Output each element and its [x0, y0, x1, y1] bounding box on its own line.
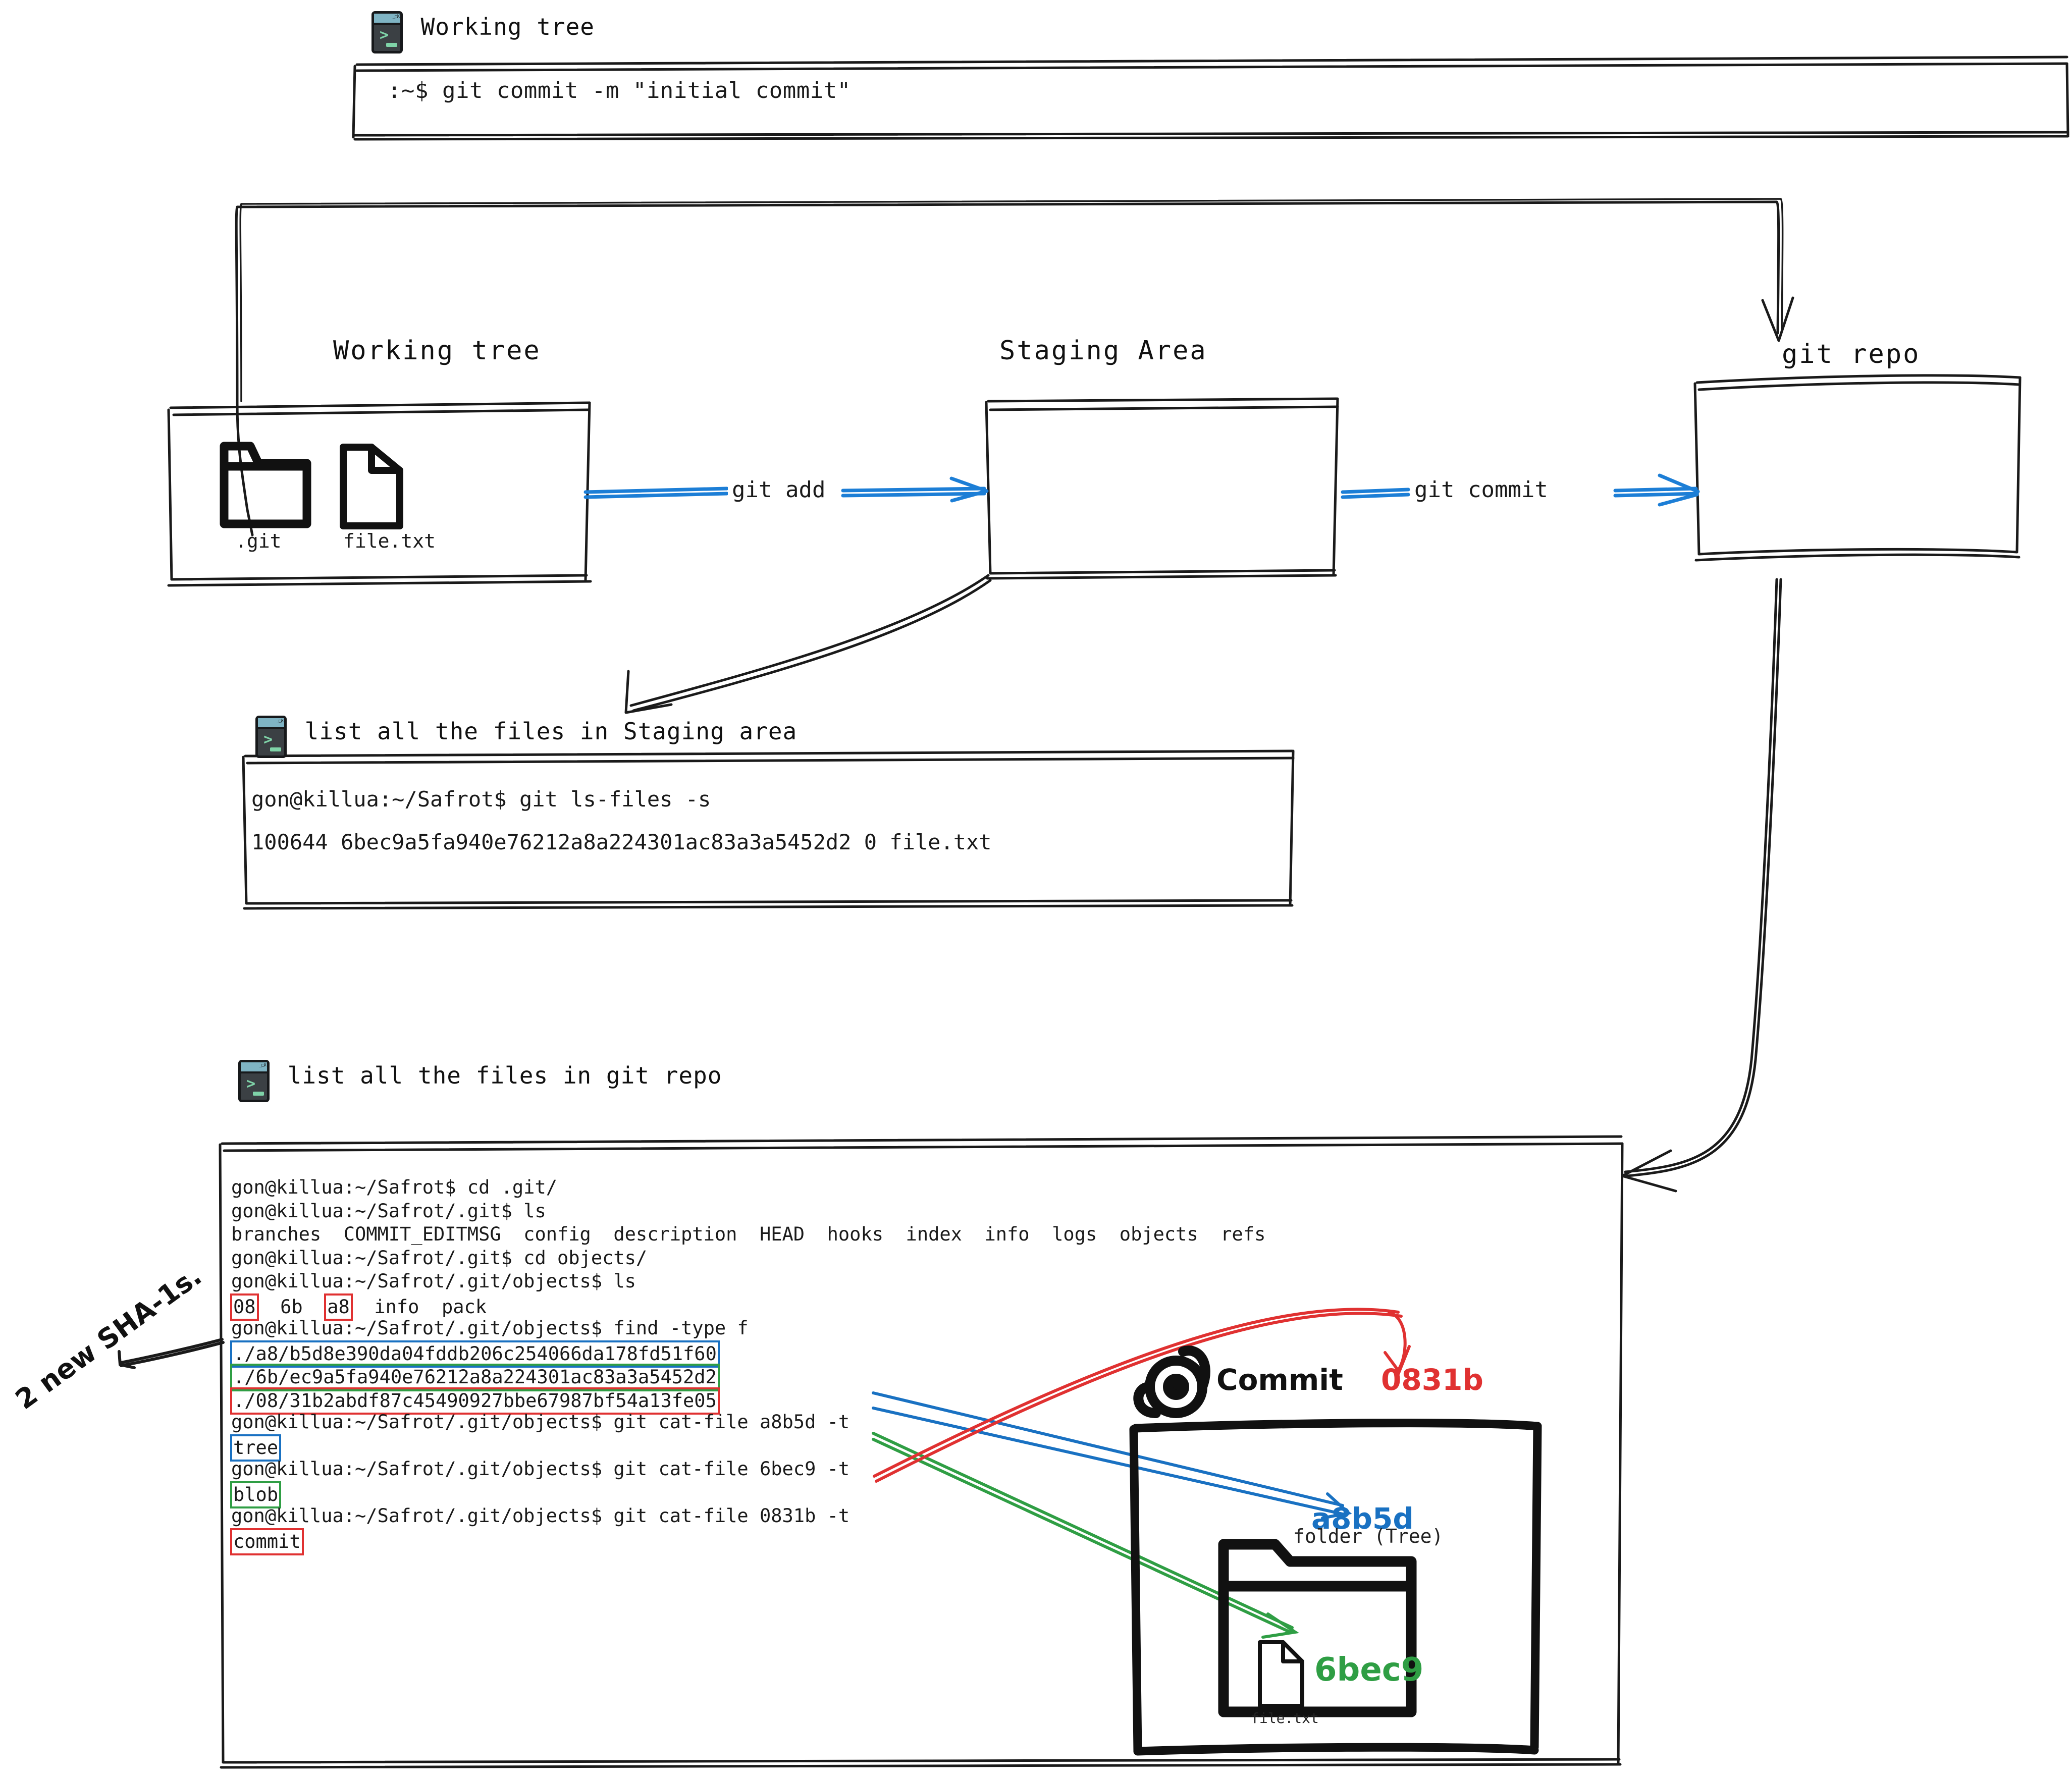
repo-terminal-line: gon@killua:~/Safrot/.git/objects$ git ca…	[231, 1411, 850, 1433]
repo-terminal-line: tree	[230, 1434, 1614, 1462]
feedback-loop-arrow	[235, 198, 1794, 536]
repo-terminal-line: gon@killua:~/Safrot/.git$ ls	[231, 1200, 546, 1222]
top-panel-command: :~$ git commit -m "initial commit"	[388, 78, 851, 103]
tree-caption: folder (Tree)	[1293, 1525, 1444, 1547]
top-panel-title: Working tree	[420, 13, 595, 40]
repo-terminal-line: branches COMMIT_EDITMSG config descripti…	[231, 1223, 1266, 1245]
repo-terminal-text: info pack	[351, 1296, 487, 1318]
repo-terminal-line: gon@killua:~/Safrot$ cd .git/	[231, 1176, 558, 1198]
terminal-icon: >	[238, 1060, 270, 1102]
repo-terminal-line: ./a8/b5d8e390da04fddb206c254066da178fd51…	[230, 1340, 1614, 1368]
staging-area-label: Staging Area	[999, 336, 1207, 366]
top-panel-header: > Working tree	[371, 11, 595, 53]
sha-note: 2 new SHA-1s.	[10, 1260, 207, 1416]
working-tree-label: Working tree	[333, 336, 541, 366]
repo-to-terminal-arrow	[1621, 578, 1782, 1193]
repo-panel-header: > list all the files in git repo	[238, 1060, 722, 1102]
staging-area-box-outline	[985, 397, 1339, 580]
blob-file-icon	[1258, 1640, 1304, 1708]
blob-sha: 6bec9	[1314, 1651, 1424, 1689]
staging-to-terminal-arrow	[624, 574, 992, 714]
terminal-icon: >	[371, 11, 403, 53]
repo-panel-title: list all the files in git repo	[287, 1061, 722, 1089]
repo-terminal-line: gon@killua:~/Safrot/.git$ cd objects/	[231, 1247, 648, 1269]
working-tree-box-outline	[167, 401, 592, 587]
staging-panel-line-0: gon@killua:~/Safrot$ git ls-files -s	[251, 787, 711, 812]
sha-note-text: 2 new SHA-1s.	[9, 1260, 207, 1416]
working-file-icon	[340, 444, 403, 529]
staging-panel-line-1: 100644 6bec9a5fa940e76212a8a224301ac83a3…	[251, 830, 992, 854]
repo-terminal-text: 6b	[257, 1296, 326, 1318]
working-file-caption: file.txt	[343, 530, 436, 552]
git-repo-label: git repo	[1782, 339, 1921, 369]
repo-terminal-line: gon@killua:~/Safrot/.git/objects$ find -…	[231, 1317, 749, 1339]
staging-panel-title: list all the files in Staging area	[304, 717, 798, 745]
git-folder-caption: .git	[235, 530, 282, 552]
repo-terminal-line: 08 6b a8 info pack	[230, 1293, 1614, 1321]
repo-terminal-line: gon@killua:~/Safrot/.git/objects$ ls	[231, 1270, 636, 1292]
commit-sha: 0831b	[1381, 1363, 1483, 1397]
git-folder-icon	[220, 442, 311, 528]
terminal-icon: >	[255, 716, 287, 758]
highlight-red: commit	[230, 1528, 304, 1555]
sha-note-arrow	[118, 1338, 225, 1369]
staging-panel-header: > list all the files in Staging area	[255, 716, 797, 758]
git-repo-box-outline	[1693, 374, 2022, 562]
blob-caption: file.txt	[1251, 1710, 1319, 1727]
git-add-arrow-label: git add	[728, 477, 830, 503]
repo-terminal-line: gon@killua:~/Safrot/.git/objects$ git ca…	[231, 1458, 850, 1480]
commit-label: Commit	[1216, 1363, 1343, 1397]
git-commit-arrow-label: git commit	[1410, 477, 1552, 503]
